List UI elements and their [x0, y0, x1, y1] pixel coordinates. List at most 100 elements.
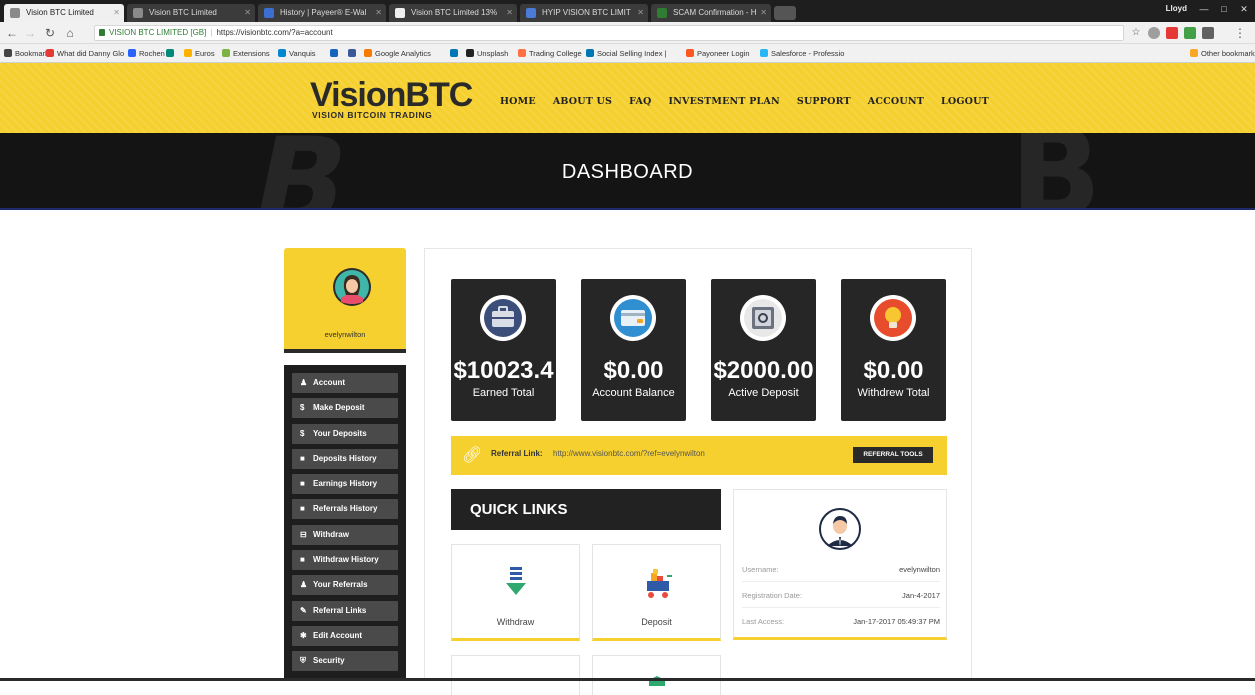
- nav-about-us[interactable]: ABOUT US: [553, 96, 612, 107]
- stat-label: Account Balance: [592, 387, 675, 399]
- user-info-key: Last Access:: [742, 617, 785, 626]
- lock-icon: [99, 29, 105, 36]
- stat-value: $0.00: [603, 357, 664, 384]
- quick-link-deposit[interactable]: Deposit: [592, 544, 721, 641]
- bookmark-item[interactable]: Unsplash: [466, 49, 508, 58]
- site-identity: VISION BTC LIMITED [GB]: [109, 28, 207, 37]
- user-info-value: Jan-4-2017: [902, 591, 940, 600]
- quick-link-label: Withdraw: [496, 617, 535, 627]
- sidebar-menu: ♟ Account $ Make Deposit $ Your Deposits ■ D…: [284, 365, 406, 681]
- extension-icon[interactable]: [1184, 27, 1196, 39]
- safe-icon: [739, 294, 787, 342]
- sidebar-item-withdraw[interactable]: ⊟ Withdraw: [292, 524, 398, 545]
- extension-icon[interactable]: [1166, 27, 1178, 39]
- stat-value: $2000.00: [713, 357, 814, 384]
- maximize-icon[interactable]: □: [1215, 1, 1233, 17]
- nav-home[interactable]: HOME: [500, 96, 536, 107]
- sidebar-item-your-deposits[interactable]: $ Your Deposits: [292, 423, 398, 444]
- bookmark-item[interactable]: Google Analytics: [364, 49, 431, 58]
- extension-icon[interactable]: [1148, 27, 1160, 39]
- browser-profile-name[interactable]: Lloyd: [1166, 4, 1187, 13]
- quick-link-card[interactable]: [451, 655, 580, 695]
- quick-link-card[interactable]: [592, 655, 721, 695]
- bookmark-item[interactable]: Vanquis: [278, 49, 316, 58]
- sidebar-item-edit-account[interactable]: ✱ Edit Account: [292, 625, 398, 646]
- table-icon: ■: [300, 453, 305, 463]
- back-icon[interactable]: ←: [4, 25, 20, 41]
- bookmark-item[interactable]: Trading College: [518, 49, 582, 58]
- browser-tab[interactable]: SCAM Confirmation - H ✕: [651, 4, 771, 22]
- minimize-icon[interactable]: —: [1195, 1, 1213, 17]
- close-icon[interactable]: ✕: [113, 4, 120, 22]
- browser-tab[interactable]: Vision BTC Limited 13% ✕: [389, 4, 517, 22]
- close-icon[interactable]: ✕: [244, 4, 251, 22]
- avatar: [333, 268, 371, 306]
- close-window-icon[interactable]: ✕: [1235, 1, 1253, 17]
- browser-tab[interactable]: Vision BTC Limited ✕: [127, 4, 255, 22]
- star-icon: [4, 49, 12, 57]
- reload-icon[interactable]: ↻: [42, 25, 58, 41]
- bookmark-item[interactable]: What did Danny Glo: [46, 49, 124, 58]
- analytics-icon: [364, 49, 372, 57]
- stat-value: $10023.4: [453, 357, 554, 384]
- bookmark-icon: [686, 49, 694, 57]
- bookmark-icon: [128, 49, 136, 57]
- bookmark-item[interactable]: Payoneer Login: [686, 49, 750, 58]
- sidebar-item-earnings-history[interactable]: ■ Earnings History: [292, 474, 398, 495]
- user-icon: ♟: [300, 378, 308, 387]
- url-text: https://visionbtc.com/?a=account: [216, 28, 333, 37]
- sidebar-item-referrals-history[interactable]: ■ Referrals History: [292, 499, 398, 520]
- bookmark-item[interactable]: Rochen: [128, 49, 165, 58]
- tab-title: Vision BTC Limited: [149, 8, 217, 17]
- bookmark-item[interactable]: Euros: [184, 49, 215, 58]
- avatar: [819, 508, 861, 550]
- nav-investment-plan[interactable]: INVESTMENT PLAN: [669, 96, 780, 107]
- referral-tools-button[interactable]: REFERRAL TOOLS: [853, 447, 933, 463]
- quick-links-title: QUICK LINKS: [451, 489, 721, 530]
- bookmark-item[interactable]: Other bookmarks: [1190, 49, 1255, 58]
- bookmark-item[interactable]: Salesforce - Professio: [760, 49, 844, 58]
- bookmark-item[interactable]: Social Selling Index |: [586, 49, 667, 58]
- sidebar-item-referral-links[interactable]: ✎ Referral Links: [292, 600, 398, 621]
- menu-icon[interactable]: ⋮: [1232, 25, 1248, 41]
- browser-tab[interactable]: Vision BTC Limited ✕: [4, 4, 124, 22]
- home-icon[interactable]: ⌂: [62, 25, 78, 41]
- sidebar-item-security[interactable]: ⛨ Security: [292, 651, 398, 672]
- bookmark-item[interactable]: Extensions: [222, 49, 270, 58]
- referral-url[interactable]: http://www.visionbtc.com/?ref=evelynwilt…: [553, 449, 705, 458]
- sidebar-item-label: Deposits History: [313, 453, 377, 463]
- star-icon[interactable]: ☆: [1128, 25, 1144, 41]
- nav-support[interactable]: SUPPORT: [797, 96, 851, 107]
- download-arrow-icon: [506, 567, 526, 595]
- close-icon[interactable]: ✕: [506, 4, 513, 22]
- shopping-cart-icon: [647, 569, 672, 598]
- sidebar-item-make-deposit[interactable]: $ Make Deposit: [292, 398, 398, 419]
- sidebar-item-label: Your Deposits: [313, 428, 367, 438]
- nav-logout[interactable]: LOGOUT: [941, 96, 989, 107]
- close-icon[interactable]: ✕: [375, 4, 382, 22]
- sidebar-item-withdraw-history[interactable]: ■ Withdraw History: [292, 550, 398, 571]
- forward-icon[interactable]: →: [22, 25, 38, 41]
- url-input[interactable]: VISION BTC LIMITED [GB] | https://visionbt…: [94, 25, 1124, 41]
- stat-card-account-balance: $0.00 Account Balance: [581, 279, 686, 421]
- sidebar-item-account[interactable]: ♟ Account: [292, 373, 398, 393]
- table-icon: ■: [300, 504, 305, 514]
- shield-icon: ⛨: [300, 656, 306, 666]
- quick-link-label: Deposit: [641, 617, 672, 627]
- nav-faq[interactable]: FAQ: [629, 96, 651, 107]
- site-logo[interactable]: VisionBTC VISION BITCOIN TRADING: [310, 78, 473, 120]
- new-tab-button[interactable]: [774, 6, 796, 20]
- extension-icon[interactable]: [1202, 27, 1214, 39]
- quick-link-withdraw[interactable]: Withdraw: [451, 544, 580, 641]
- browser-tab[interactable]: HYIP VISION BTC LIMIT ✕: [520, 4, 648, 22]
- sidebar-item-deposits-history[interactable]: ■ Deposits History: [292, 448, 398, 469]
- browser-tab[interactable]: History | Payeer® E-Wal ✕: [258, 4, 386, 22]
- dollar-icon: $: [300, 428, 305, 438]
- user-info-key: Registration Date:: [742, 591, 803, 600]
- credit-card-icon: [609, 294, 657, 342]
- close-icon[interactable]: ✕: [760, 4, 767, 22]
- close-icon[interactable]: ✕: [637, 4, 644, 22]
- sidebar-item-your-referrals[interactable]: ♟ Your Referrals: [292, 575, 398, 596]
- nav-account[interactable]: ACCOUNT: [868, 96, 924, 107]
- cloud-icon: [760, 49, 768, 57]
